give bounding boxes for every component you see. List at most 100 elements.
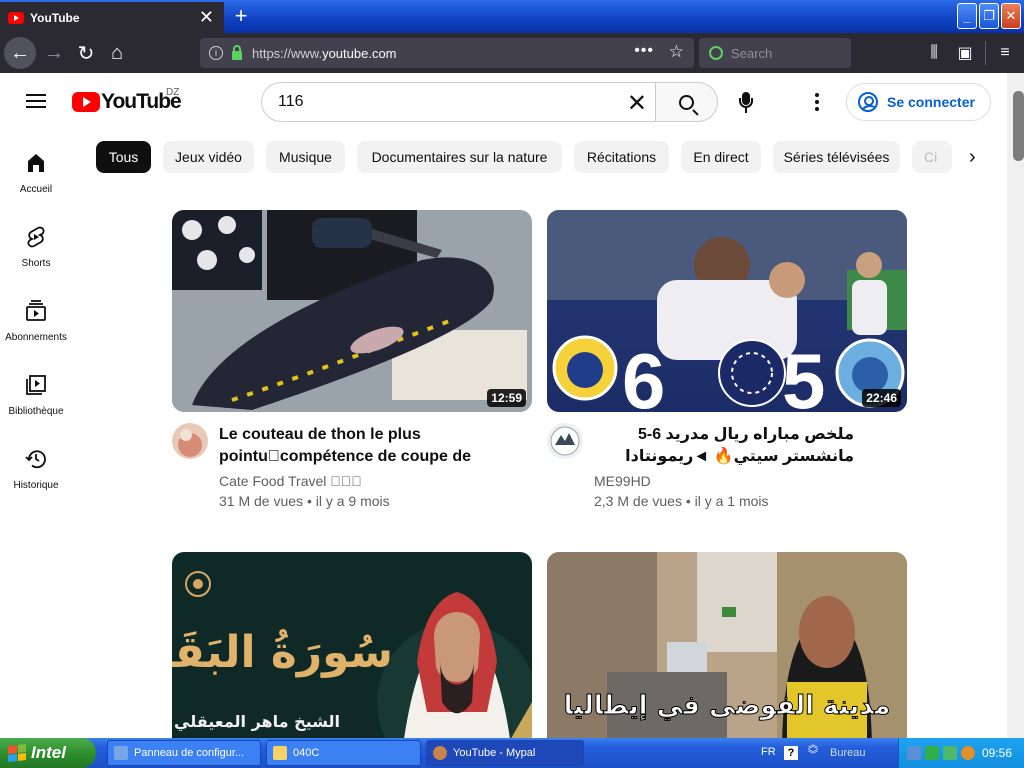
- chip-partial[interactable]: Ci: [912, 141, 952, 173]
- channel-name[interactable]: Cate Food Travel ⃣⃣⃣: [219, 473, 362, 489]
- start-label: Intel: [31, 743, 66, 762]
- bookmark-star-icon[interactable]: ☆: [669, 42, 684, 62]
- microphone-icon[interactable]: [737, 92, 755, 114]
- channel-avatar[interactable]: [547, 423, 583, 459]
- country-code: DZ: [166, 87, 180, 98]
- task-mypal[interactable]: YouTube - Mypal: [426, 740, 584, 766]
- channel-name[interactable]: ME99HD: [594, 473, 651, 489]
- sidebar-label: Accueil: [19, 184, 53, 195]
- sidebar-item-shorts[interactable]: Shorts: [0, 217, 72, 291]
- video-card[interactable]: سُورَةُ البَقَرَة الشيخ ماهر المعيقلي: [172, 552, 532, 738]
- search-input-value: 116: [278, 93, 304, 110]
- url-text: https://www.youtube.com: [252, 45, 397, 61]
- language-indicator[interactable]: FR: [761, 746, 776, 758]
- network-icon[interactable]: [907, 746, 921, 760]
- video-duration: 22:46: [862, 389, 901, 407]
- video-card[interactable]: 6 5 22:46 ملخص مباراه ريال مدريد 6-5 مان…: [547, 210, 907, 509]
- sidebar-label: Shorts: [21, 258, 51, 269]
- chip-series[interactable]: Séries télévisées: [773, 141, 900, 173]
- task-control-panel[interactable]: Panneau de configur...: [107, 740, 261, 766]
- page-actions-icon[interactable]: •••: [634, 42, 654, 60]
- task-folder-040c[interactable]: 040C: [266, 740, 421, 766]
- chip-musique[interactable]: Musique: [266, 141, 345, 173]
- hamburger-menu-icon[interactable]: [26, 94, 46, 108]
- menu-icon[interactable]: ≡: [990, 37, 1020, 69]
- close-window-button[interactable]: ✕: [1001, 3, 1021, 29]
- youtube-logo[interactable]: YouTube DZ: [72, 87, 182, 114]
- page-scrollbar[interactable]: [1007, 73, 1024, 738]
- browser-search-bar[interactable]: Search: [699, 38, 851, 68]
- taskbar: Intel Panneau de configur... 040C YouTub…: [0, 738, 1024, 768]
- filter-chips-bar: Tous Jeux vidéo Musique Documentaires su…: [96, 141, 989, 175]
- scrollbar-thumb[interactable]: [1013, 91, 1024, 161]
- video-card[interactable]: 12:59 Le couteau de thon le plus pointu⃣…: [172, 210, 532, 509]
- football-thumbnail-image: 6 5: [547, 210, 907, 412]
- shorts-icon: [27, 226, 45, 248]
- sidebar-label: Bibliothèque: [8, 406, 64, 417]
- sidebar-label: Historique: [13, 480, 59, 491]
- system-tray: 09:56: [898, 738, 1024, 768]
- chip-recitations[interactable]: Récitations: [574, 141, 669, 173]
- browser-tab-youtube[interactable]: YouTube ✕: [0, 2, 224, 33]
- account-icon: [858, 92, 878, 112]
- back-arrow-icon[interactable]: ←: [4, 37, 36, 69]
- search-icon: [679, 94, 694, 110]
- sync-icon[interactable]: [943, 746, 957, 760]
- sidebar-toggle-icon[interactable]: ▣: [950, 37, 980, 69]
- chevron-icon[interactable]: ︽ ︾: [808, 741, 818, 761]
- video-thumbnail[interactable]: 6 5 22:46: [547, 210, 907, 412]
- chip-jeux-video[interactable]: Jeux vidéo: [163, 141, 254, 173]
- sidebar-item-subscriptions[interactable]: Abonnements: [0, 291, 72, 365]
- youtube-page: YouTube DZ 116 ✕ Se connecter Accueil Sh…: [0, 73, 1024, 738]
- new-tab-button[interactable]: +: [230, 2, 252, 30]
- task-label: YouTube - Mypal: [453, 747, 536, 759]
- score-right: 5: [782, 337, 825, 412]
- close-tab-icon[interactable]: ✕: [199, 7, 214, 28]
- sidebar-item-library[interactable]: Bibliothèque: [0, 365, 72, 439]
- task-label: 040C: [293, 747, 320, 759]
- search-input[interactable]: 116 ✕: [261, 82, 655, 122]
- media-icon[interactable]: [925, 746, 939, 760]
- minimize-button[interactable]: _: [957, 3, 977, 29]
- sidebar-item-home[interactable]: Accueil: [0, 143, 72, 217]
- channel-avatar[interactable]: [172, 423, 208, 459]
- desktop-toolbar-label[interactable]: Bureau: [830, 747, 865, 759]
- subscriptions-icon: [26, 300, 46, 321]
- site-info-icon[interactable]: i: [209, 46, 223, 60]
- forward-arrow-icon[interactable]: →: [38, 37, 70, 69]
- address-bar[interactable]: i https://www.youtube.com ••• ☆: [200, 38, 694, 68]
- tuna-thumbnail-image: [172, 210, 532, 412]
- sign-in-button[interactable]: Se connecter: [846, 83, 991, 121]
- chip-tous[interactable]: Tous: [96, 141, 151, 173]
- video-title[interactable]: ملخص مباراه ريال مدريد 6-5 مانشستر سيتي🔥…: [594, 424, 854, 468]
- chevron-right-icon[interactable]: ›: [969, 147, 985, 167]
- video-thumbnail[interactable]: مدينة الفوضى في إيطاليا: [547, 552, 907, 738]
- library-icon[interactable]: ⫼: [919, 37, 949, 69]
- search-tray-icon[interactable]: [961, 746, 975, 760]
- video-thumbnail[interactable]: 12:59: [172, 210, 532, 412]
- settings-kebab-icon[interactable]: [815, 93, 819, 114]
- home-icon[interactable]: ⌂: [101, 37, 133, 69]
- chip-documentaires[interactable]: Documentaires sur la nature: [357, 141, 562, 173]
- sidebar-item-history[interactable]: Historique: [0, 439, 72, 513]
- youtube-favicon-icon: [8, 11, 24, 24]
- video-title[interactable]: Le couteau de thon le plus pointu⃣compét…: [219, 424, 519, 468]
- clear-search-icon[interactable]: ✕: [627, 89, 647, 118]
- search-engine-icon: [709, 46, 723, 60]
- task-label: Panneau de configur...: [134, 747, 245, 759]
- reload-icon[interactable]: ↻: [70, 37, 102, 69]
- restore-button[interactable]: ❐: [979, 3, 999, 29]
- help-icon[interactable]: ?: [784, 746, 798, 760]
- video-thumbnail[interactable]: سُورَةُ البَقَرَة الشيخ ماهر المعيقلي: [172, 552, 532, 738]
- quran-thumbnail-image: سُورَةُ البَقَرَة الشيخ ماهر المعيقلي: [172, 552, 532, 738]
- search-button[interactable]: [655, 82, 718, 122]
- chip-en-direct[interactable]: En direct: [681, 141, 761, 173]
- sign-in-label: Se connecter: [887, 94, 975, 110]
- reciter-name: الشيخ ماهر المعيقلي: [174, 712, 340, 732]
- control-panel-icon: [114, 746, 128, 760]
- start-button[interactable]: Intel: [0, 738, 96, 768]
- clock[interactable]: 09:56: [982, 746, 1012, 760]
- window-controls: _ ❐ ✕: [957, 3, 1021, 29]
- video-card[interactable]: مدينة الفوضى في إيطاليا: [547, 552, 907, 738]
- mypal-icon: [433, 746, 447, 760]
